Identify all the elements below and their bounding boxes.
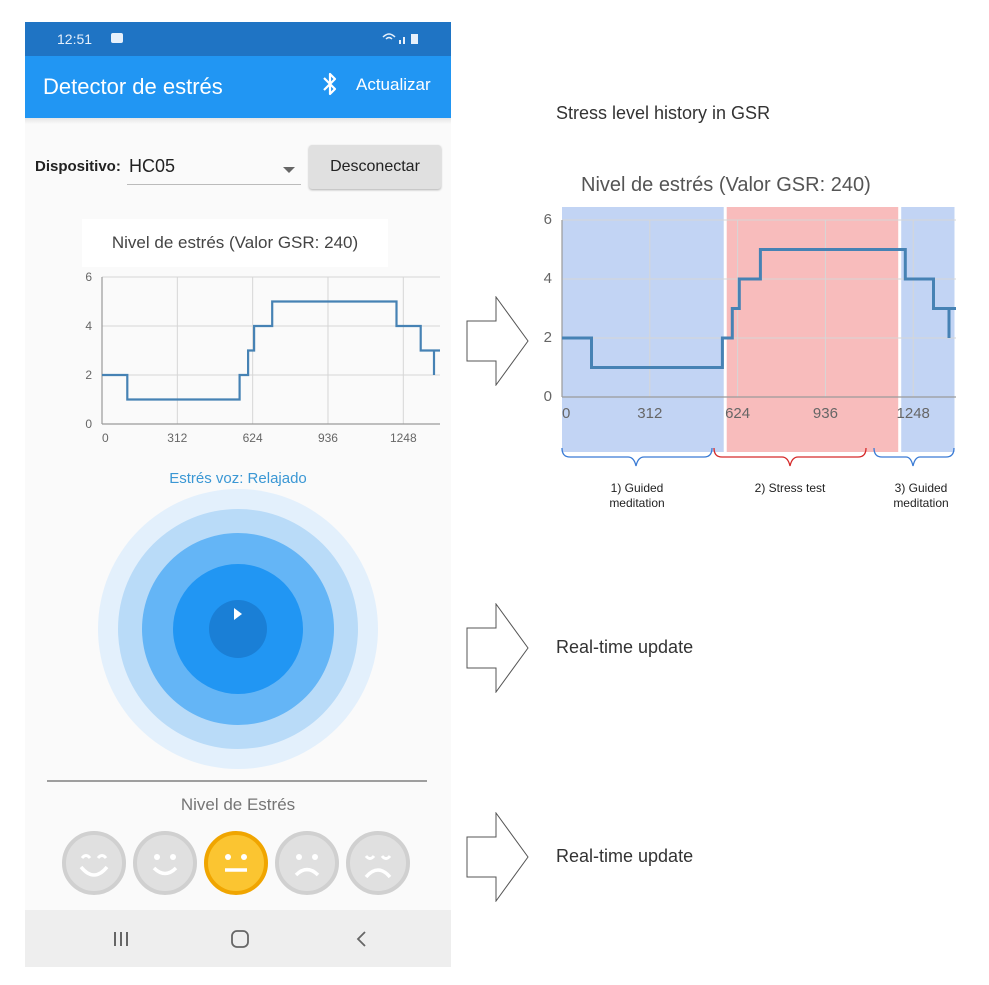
arrow-right-icon xyxy=(466,603,529,693)
device-dropdown-underline xyxy=(127,184,301,185)
happy-face-icon[interactable] xyxy=(133,831,197,895)
navigation-bar xyxy=(25,910,451,967)
app-bar: Detector de estrés Actualizar xyxy=(25,56,451,118)
x-tick-label: 624 xyxy=(243,431,263,445)
disconnect-button[interactable]: Desconectar xyxy=(309,145,441,189)
zoomed-stress-chart: Nivel de estrés (Valor GSR: 240) 0 2 4 6 0 31… xyxy=(544,174,956,452)
x-tick-label: 1248 xyxy=(897,405,930,422)
y-tick-label: 6 xyxy=(85,270,92,284)
device-label: Dispositivo: xyxy=(35,158,121,175)
realtime-update-label-1: Real-time update xyxy=(556,637,694,657)
zoomed-chart-panel: Nivel de estrés (Valor GSR: 240) 0 2 4 6 0 31… xyxy=(526,155,966,452)
device-dropdown[interactable]: HC05 xyxy=(129,156,175,177)
very-sad-face-icon[interactable] xyxy=(346,831,410,895)
phase-3-brace xyxy=(873,447,955,467)
arrow-right-icon xyxy=(466,296,529,386)
x-tick-label: 0 xyxy=(102,431,109,445)
chart-title-box: Nivel de estrés (Valor GSR: 240) xyxy=(82,219,388,267)
stress-level-label: Nivel de Estrés xyxy=(180,795,296,814)
status-bar: 12:51 xyxy=(25,22,451,56)
x-tick-label: 936 xyxy=(813,405,838,422)
very-happy-face-icon[interactable] xyxy=(62,831,126,895)
phase-2-brace xyxy=(713,447,867,467)
zoomed-chart-title: Nivel de estrés (Valor GSR: 240) xyxy=(581,174,871,196)
y-tick-label: 4 xyxy=(544,270,552,287)
phase-1-brace xyxy=(561,447,713,467)
chart-title: Nivel de estrés (Valor GSR: 240) xyxy=(111,233,359,252)
realtime-update-label-2: Real-time update xyxy=(556,846,694,866)
x-tick-label: 0 xyxy=(562,405,570,422)
y-tick-label: 2 xyxy=(544,329,552,346)
status-time: 12:51 xyxy=(57,31,93,47)
refresh-button[interactable]: Actualizar xyxy=(356,75,431,95)
history-heading: Stress level history in GSR xyxy=(556,103,771,123)
phase-1-caption: 1) Guided meditation xyxy=(609,481,665,510)
app-title: Detector de estrés xyxy=(43,74,223,99)
stress-line-chart: 0 2 4 6 0 312 624 936 1248 xyxy=(85,270,440,445)
back-icon[interactable] xyxy=(352,929,372,949)
system-status-icons xyxy=(381,31,421,48)
x-tick-label: 312 xyxy=(167,431,187,445)
bluetooth-icon[interactable] xyxy=(321,71,339,97)
voice-stress-status: Estrés voz: Relajado xyxy=(169,470,307,487)
arrow-right-icon xyxy=(466,812,529,902)
stress-series-line xyxy=(102,300,440,401)
x-tick-label: 936 xyxy=(318,431,338,445)
app-bar-shadow xyxy=(25,118,451,124)
y-tick-label: 0 xyxy=(544,388,552,405)
recents-icon[interactable] xyxy=(111,929,131,949)
play-icon xyxy=(234,608,242,620)
phase-3-caption: 3) Guided meditation xyxy=(893,481,949,510)
home-icon[interactable] xyxy=(229,928,251,950)
x-tick-label: 624 xyxy=(725,405,750,422)
y-tick-label: 0 xyxy=(85,417,92,431)
y-tick-label: 2 xyxy=(85,368,92,382)
message-icon xyxy=(111,33,123,43)
section-divider xyxy=(47,780,427,782)
phase-2-caption: 2) Stress test xyxy=(754,481,826,495)
sad-face-icon[interactable] xyxy=(275,831,339,895)
dropdown-arrow-icon[interactable] xyxy=(283,167,295,173)
y-tick-label: 6 xyxy=(544,211,552,228)
phone-screen: 12:51 Detector de estrés Actualizar Disp… xyxy=(25,22,451,967)
y-tick-label: 4 xyxy=(85,319,92,333)
phase-braces xyxy=(561,447,955,467)
x-tick-label: 312 xyxy=(637,405,662,422)
x-tick-label: 1248 xyxy=(390,431,417,445)
neutral-face-icon[interactable] xyxy=(204,831,268,895)
